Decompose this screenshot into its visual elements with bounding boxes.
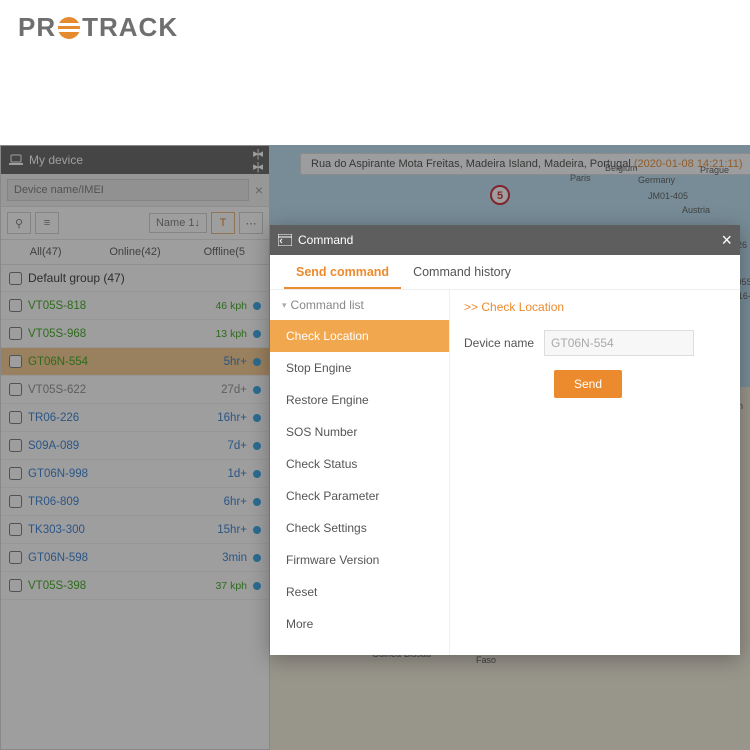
- command-item[interactable]: Check Status: [270, 448, 449, 480]
- modal-tabs: Send command Command history: [270, 255, 740, 290]
- command-item[interactable]: Reset: [270, 576, 449, 608]
- modal-title: Command: [298, 233, 353, 247]
- command-item[interactable]: SOS Number: [270, 416, 449, 448]
- device-name-label: Device name: [464, 336, 534, 350]
- logo-text-left: PR: [18, 12, 56, 43]
- command-item[interactable]: Check Settings: [270, 512, 449, 544]
- modal-titlebar: Command ×: [270, 225, 740, 255]
- close-icon[interactable]: ×: [721, 230, 732, 251]
- command-item[interactable]: Check Location: [270, 320, 449, 352]
- command-item[interactable]: Restore Engine: [270, 384, 449, 416]
- logo-text-right: TRACK: [82, 12, 178, 43]
- command-icon: [278, 234, 292, 246]
- command-item[interactable]: Stop Engine: [270, 352, 449, 384]
- command-modal: Command × Send command Command history C…: [270, 225, 740, 655]
- command-pane: >> Check Location Device name Send: [450, 290, 740, 655]
- logo-globe-icon: [58, 17, 80, 39]
- send-button[interactable]: Send: [554, 370, 622, 398]
- command-list-header[interactable]: Command list: [270, 290, 449, 320]
- command-item[interactable]: Check Parameter: [270, 480, 449, 512]
- tab-command-history[interactable]: Command history: [401, 255, 523, 289]
- command-item[interactable]: Firmware Version: [270, 544, 449, 576]
- tab-send-command[interactable]: Send command: [284, 255, 401, 289]
- device-name-row: Device name: [464, 330, 726, 356]
- command-item[interactable]: More: [270, 608, 449, 640]
- command-list: Command list Check LocationStop EngineRe…: [270, 290, 450, 655]
- brand-logo: PR TRACK: [18, 12, 178, 43]
- device-name-input[interactable]: [544, 330, 694, 356]
- command-breadcrumb: >> Check Location: [464, 300, 726, 314]
